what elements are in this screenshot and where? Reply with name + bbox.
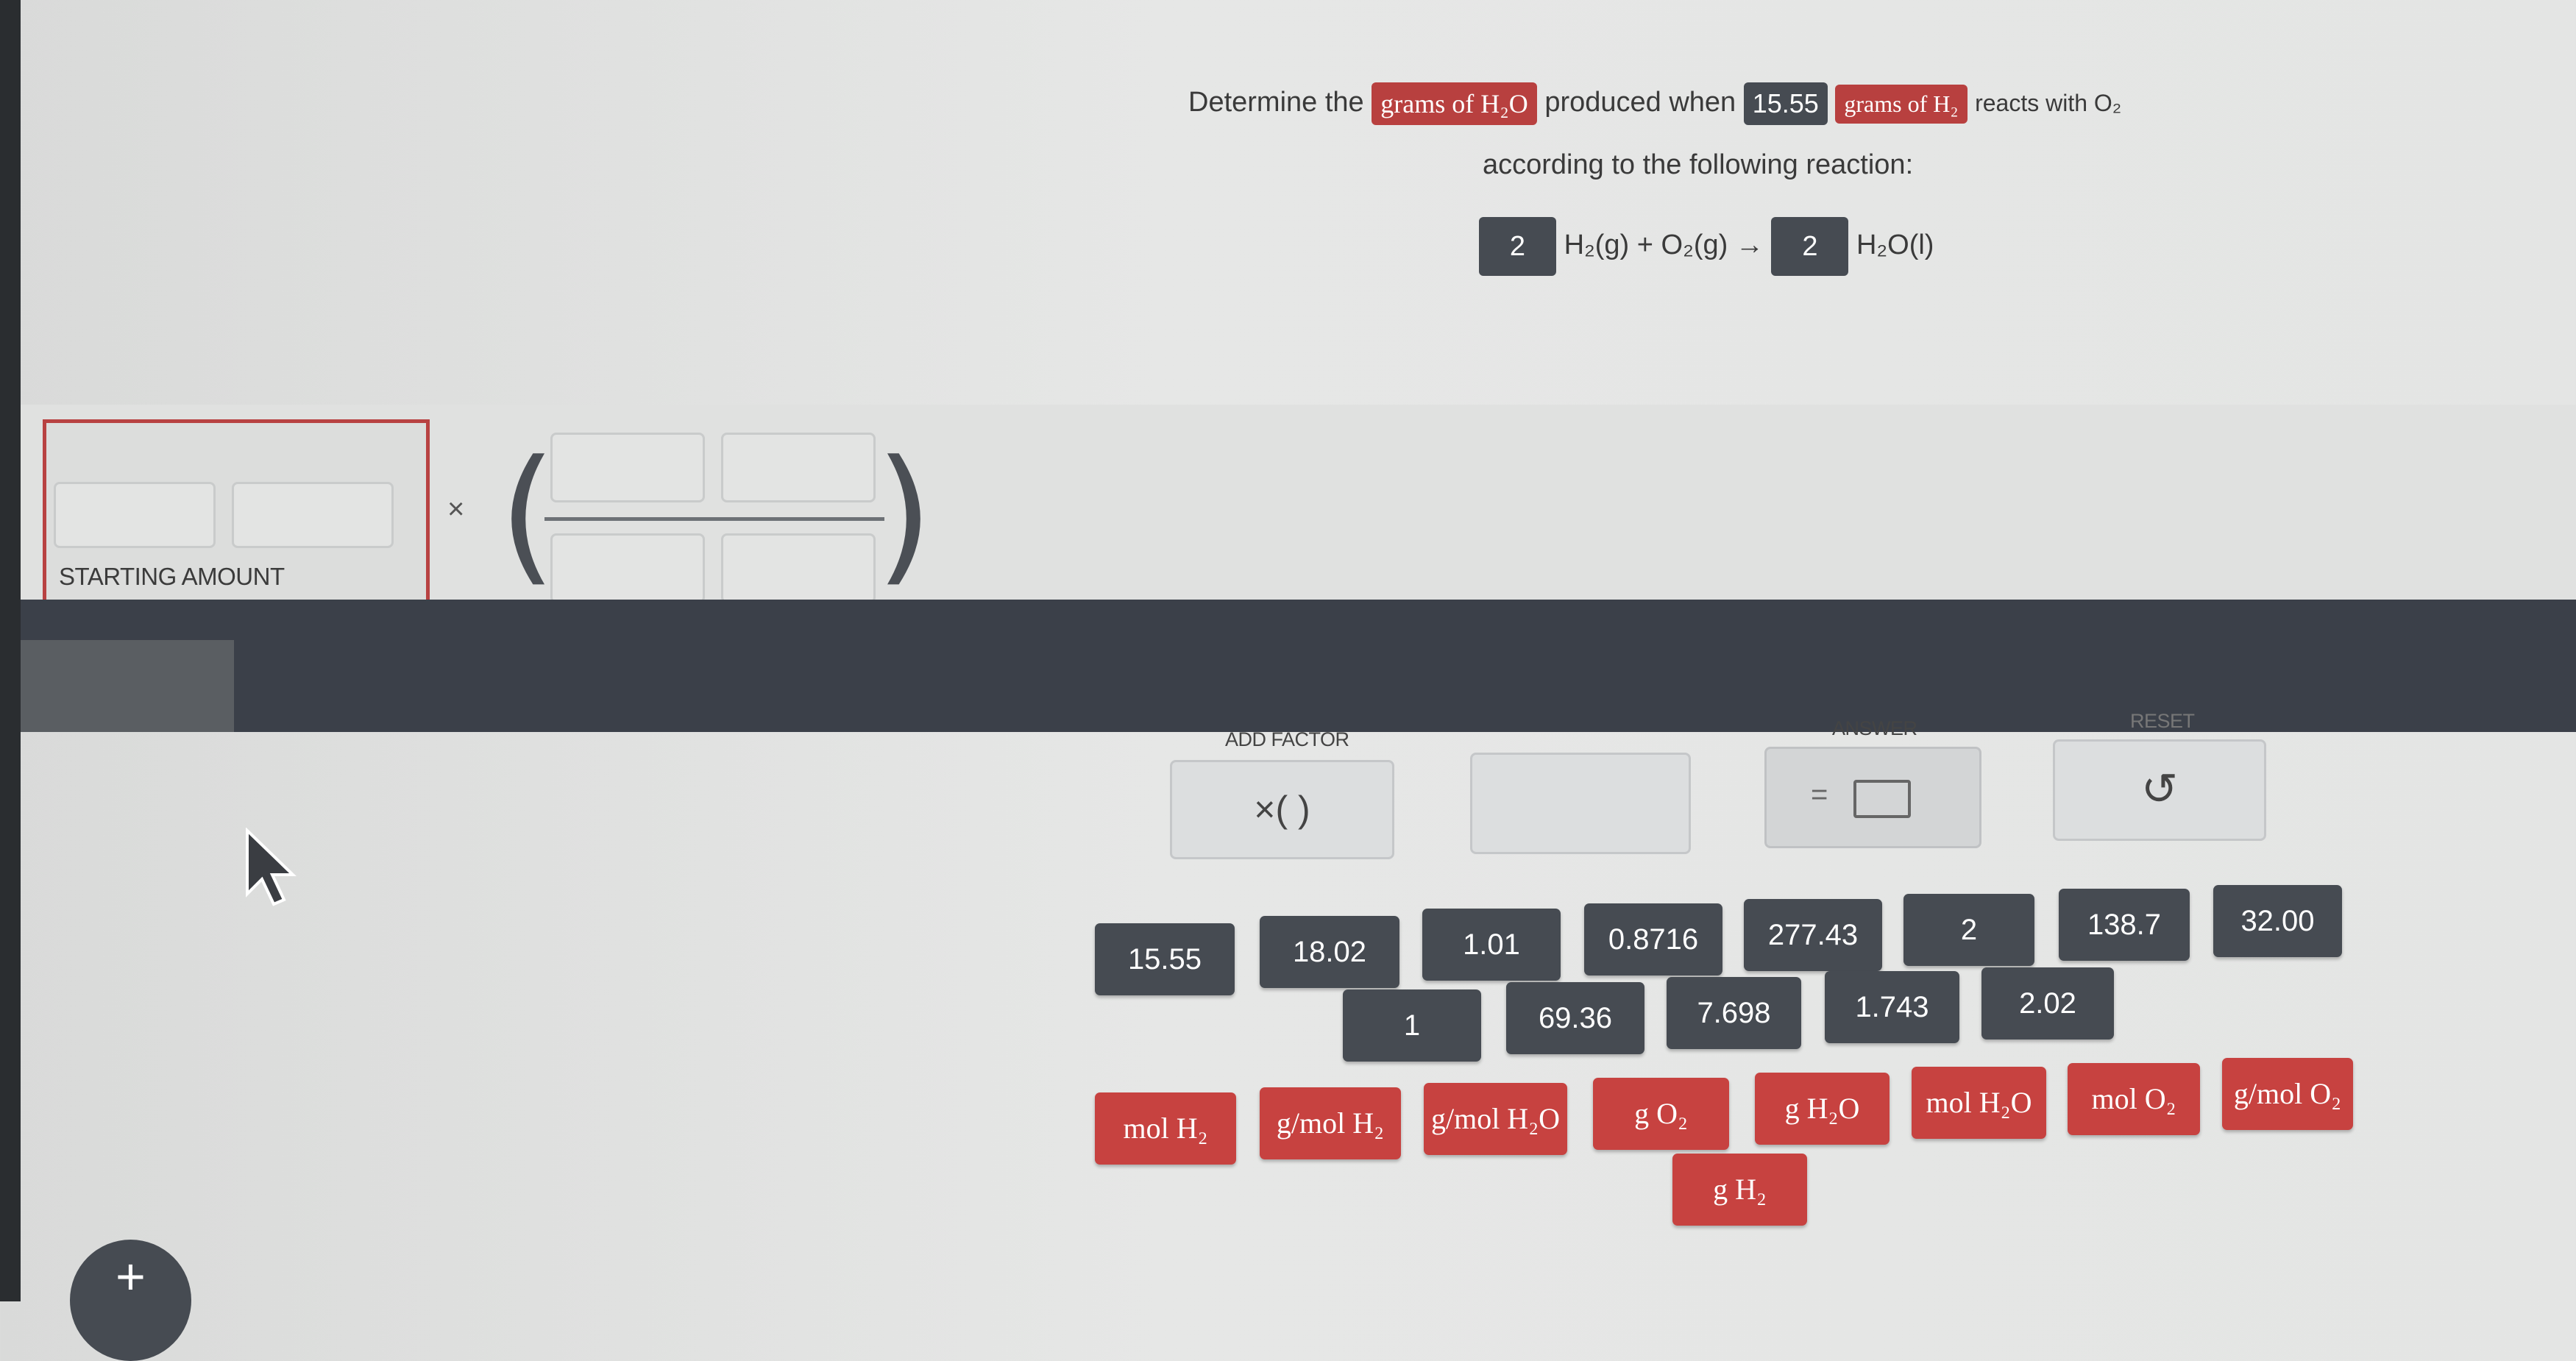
unit-tile[interactable]: g O₂: [1593, 1078, 1729, 1150]
left-paren-icon: (: [499, 429, 557, 600]
number-tile[interactable]: 2: [1903, 894, 2034, 966]
plus-icon: +: [116, 1248, 146, 1305]
starting-amount-label: STARTING AMOUNT: [59, 563, 285, 590]
number-tile[interactable]: 0.8716: [1584, 903, 1722, 976]
given-unit-chip: grams of H₂: [1835, 84, 1968, 124]
reactant-coefficient: 2: [1479, 217, 1556, 276]
question-line-2: according to the following reaction:: [1483, 149, 1914, 180]
reset-button[interactable]: ↺: [2053, 739, 2266, 841]
unit-tile[interactable]: g/mol O₂: [2222, 1058, 2353, 1130]
toolbar-band-left: [21, 640, 234, 732]
number-tile[interactable]: 18.02: [1260, 916, 1399, 988]
question-text-produced: produced when: [1544, 87, 1736, 118]
right-paren-icon: ): [876, 429, 934, 600]
number-tile[interactable]: 1: [1343, 989, 1481, 1062]
question-text-reacts: reacts with O₂: [1975, 90, 2122, 117]
number-tile[interactable]: 7.698: [1667, 977, 1801, 1049]
number-tile[interactable]: 2.02: [1981, 967, 2114, 1040]
multiply-symbol: ×: [447, 493, 465, 525]
fraction-bar: [544, 517, 884, 521]
left-edge: [0, 0, 21, 1301]
reaction-product: H₂O(l): [1856, 230, 1934, 261]
product-coefficient: 2: [1771, 217, 1849, 276]
add-button[interactable]: +: [70, 1240, 191, 1361]
unit-tile[interactable]: g H₂: [1672, 1154, 1807, 1226]
number-tile[interactable]: 277.43: [1744, 899, 1882, 971]
reset-label: RESET: [2130, 710, 2195, 732]
number-tile[interactable]: 69.36: [1506, 982, 1644, 1054]
unit-tile[interactable]: g/mol H₂O: [1424, 1083, 1567, 1155]
number-tile[interactable]: 32.00: [2213, 885, 2342, 957]
answer-display: =: [1764, 747, 1981, 848]
unit-tile[interactable]: g/mol H₂: [1260, 1087, 1401, 1159]
answer-equals: =: [1811, 778, 1828, 811]
add-factor-label: ADD FACTOR: [1225, 728, 1349, 750]
answer-label: ANSWER: [1832, 717, 1917, 739]
question-text-determine: Determine the: [1188, 87, 1364, 118]
target-unit-chip: grams of H₂O: [1372, 82, 1537, 125]
unit-tile[interactable]: mol H₂: [1095, 1092, 1236, 1165]
reaction-reactants: H₂(g) + O₂(g) →: [1564, 230, 1764, 261]
reset-icon: ↺: [2140, 764, 2179, 814]
mouse-cursor-icon: [246, 828, 297, 906]
number-tile[interactable]: 1.743: [1825, 971, 1959, 1043]
numerator-value-slot[interactable]: [550, 433, 705, 502]
number-tile[interactable]: 15.55: [1095, 923, 1235, 995]
numerator-unit-slot[interactable]: [721, 433, 876, 502]
unit-tile[interactable]: mol O₂: [2068, 1063, 2200, 1135]
unit-tile[interactable]: mol H₂O: [1912, 1067, 2046, 1139]
answer-input-box[interactable]: [1470, 753, 1691, 854]
reaction-equation: 2 H₂(g) + O₂(g) → 2 H₂O(l): [1479, 217, 1934, 276]
unit-tile[interactable]: g H₂O: [1755, 1073, 1890, 1145]
question-line-1: Determine the grams of H₂O produced when…: [1188, 82, 2121, 125]
number-tile[interactable]: 1.01: [1422, 909, 1561, 981]
given-value-chip: 15.55: [1743, 82, 1828, 125]
number-tile[interactable]: 138.7: [2059, 889, 2190, 961]
add-factor-button[interactable]: ×( ): [1170, 760, 1394, 859]
starting-unit-slot[interactable]: [232, 482, 394, 548]
starting-value-slot[interactable]: [54, 482, 216, 548]
denominator-unit-slot[interactable]: [721, 533, 876, 603]
denominator-value-slot[interactable]: [550, 533, 705, 603]
answer-box-icon: [1853, 780, 1911, 818]
